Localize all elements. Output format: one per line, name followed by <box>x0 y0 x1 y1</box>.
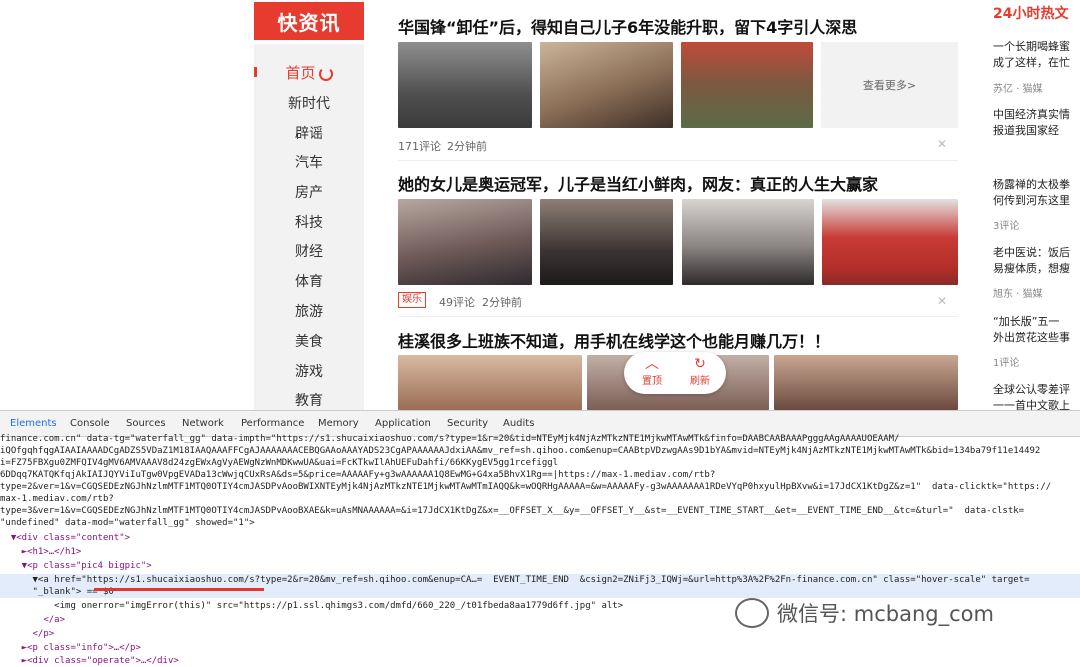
tab-audits[interactable]: Audits <box>503 418 534 429</box>
hot-item-line: “加长版”五一 <box>993 315 1060 328</box>
dom-node-operate[interactable]: ►<div class="operate">…</div> <box>0 655 1080 667</box>
nav-item-rumor[interactable]: 辟谣 <box>254 123 364 143</box>
site-logo[interactable]: 快资讯 <box>254 2 364 40</box>
hot-item-meta: 3评论 <box>993 221 1020 232</box>
tab-elements[interactable]: Elements <box>10 418 57 429</box>
hot-list-title: 24小时热文 <box>993 6 1069 22</box>
article-thumbnail[interactable] <box>398 42 532 128</box>
hot-item-line: 何传到河东这里 <box>993 194 1070 207</box>
hot-item[interactable]: 杨露禅的太极拳 何传到河东这里 <box>993 177 1070 209</box>
article-title[interactable]: 华国锋“卸任”后，得知自己儿子6年没能升职，留下4字引人深思 <box>398 14 857 38</box>
comment-count[interactable]: 49评论 <box>439 294 475 310</box>
watermark-text: 微信号: mcbang_com <box>777 602 994 626</box>
dom-line[interactable]: iQOfgqhfqgAIAAIAAAADCgADZS5VDaZ1M18IAAQA… <box>0 445 1080 457</box>
close-icon[interactable]: ✕ <box>937 294 947 308</box>
close-icon[interactable]: ✕ <box>937 137 947 151</box>
article-thumbnail[interactable] <box>540 42 673 128</box>
dom-line[interactable]: finance.com.cn" data-tg="waterfall_gg" d… <box>0 433 1080 445</box>
hot-item-line: 易瘦体质，想瘦 <box>993 262 1070 275</box>
publish-time: 2分钟前 <box>447 140 487 153</box>
article-title[interactable]: 她的女儿是奥运冠军，儿子是当红小鲜肉，网友：真正的人生大赢家 <box>398 171 878 195</box>
refresh-button[interactable]: ↻ 刷新 <box>680 356 720 387</box>
tab-application[interactable]: Application <box>375 418 431 429</box>
back-to-top-label: 置顶 <box>642 376 662 387</box>
hot-item-line: 杨露禅的太极拳 <box>993 178 1070 191</box>
hot-item-meta: 1评论 <box>993 358 1020 369</box>
hot-item-line: 中国经济真实情 <box>993 108 1070 121</box>
nav-item-education[interactable]: 教育 <box>254 390 364 410</box>
hot-item[interactable]: 老中医说：饭后 易瘦体质，想瘦 <box>993 245 1070 277</box>
tab-sources[interactable]: Sources <box>126 418 166 429</box>
nav-item-finance[interactable]: 财经 <box>254 241 364 261</box>
dom-line[interactable]: type=3&ver=1&v=CGQSEDEzNGJhNzlmMTF1MTQ0O… <box>0 505 1080 517</box>
nav-label: 首页 <box>285 64 316 82</box>
hot-item-meta: 苏亿 · 猫媒 <box>993 84 1043 95</box>
dom-line[interactable]: 6DDqq7KATQKfqjAkIAIJQYViIuTgw0VpgEVADa13… <box>0 469 1080 481</box>
hot-item[interactable]: “加长版”五一 外出赏花这些事 <box>993 314 1070 346</box>
tab-memory[interactable]: Memory <box>318 418 359 429</box>
nav-item-realestate[interactable]: 房产 <box>254 182 364 202</box>
divider <box>398 160 958 161</box>
article-thumbnail[interactable] <box>540 199 673 285</box>
article-thumbnail[interactable] <box>398 355 582 410</box>
wechat-icon <box>735 598 769 628</box>
dom-node-a-selected[interactable]: ▼<a href="https://s1.shucaixiaoshuo.com/… <box>0 574 1080 586</box>
nav-item-sports[interactable]: 体育 <box>254 271 364 291</box>
publish-time: 2分钟前 <box>482 296 522 309</box>
dom-node-content[interactable]: ▼<div class="content"> <box>0 532 1080 544</box>
hot-item-line: 成了这样，在忙 <box>993 56 1070 69</box>
hot-item-line: 全球公认零差评 <box>993 383 1070 396</box>
article-thumbnail[interactable] <box>681 42 813 128</box>
article-thumbnail[interactable] <box>682 199 814 285</box>
comment-count[interactable]: 171评论 <box>398 138 441 154</box>
back-to-top-button[interactable]: ︿ 置顶 <box>632 356 672 387</box>
nav-item-auto[interactable]: 汽车 <box>254 152 364 172</box>
category-tag[interactable]: 娱乐 <box>398 292 426 308</box>
hot-item-meta: 旭东 · 猫媒 <box>993 289 1043 300</box>
dom-line[interactable]: max-1.mediav.com/rtb? <box>0 493 1080 505</box>
view-more-button[interactable]: 查看更多> <box>821 42 958 128</box>
nav-item-games[interactable]: 游戏 <box>254 361 364 381</box>
nav-item-home[interactable]: 首页 <box>264 62 354 83</box>
watermark: 微信号: mcbang_com <box>735 598 994 628</box>
dom-node-h1[interactable]: ►<h1>…</h1> <box>0 546 1080 558</box>
dom-node-p-close[interactable]: </p> <box>0 628 1080 640</box>
floating-controls: ︿ 置顶 ↻ 刷新 <box>624 352 726 394</box>
dom-node-info[interactable]: ►<p class="info">…</p> <box>0 642 1080 654</box>
tab-console[interactable]: Console <box>70 418 110 429</box>
hot-item-line: 老中医说：饭后 <box>993 246 1070 259</box>
dom-line[interactable]: "undefined" data-mod="waterfall_gg" show… <box>0 517 1080 529</box>
refresh-icon[interactable] <box>318 66 333 81</box>
article-thumbnail[interactable] <box>822 199 958 285</box>
tab-network[interactable]: Network <box>182 418 224 429</box>
hot-item-line: 外出赏花这些事 <box>993 331 1070 344</box>
red-underline-annotation <box>94 588 264 591</box>
refresh-icon: ↻ <box>694 356 706 372</box>
dom-line[interactable]: type=2&ver=1&v=CGQSEDEzNGJhNzlmMTF1MTQ0O… <box>0 481 1080 493</box>
nav-item-food[interactable]: 美食 <box>254 331 364 351</box>
dom-line[interactable]: i=FZ75FBXgu0ZMFQIV4gMV6AMVAAAV8d24zgEWxA… <box>0 457 1080 469</box>
dom-node-p[interactable]: ▼<p class="pic4 bigpic"> <box>0 560 1080 572</box>
article-thumbnail[interactable] <box>398 199 532 285</box>
nav-item-new-era[interactable]: 新时代 <box>254 93 364 113</box>
hot-item[interactable]: 一个长期喝蜂蜜 成了这样，在忙 <box>993 39 1070 71</box>
hot-item-line: 报道我国家经 <box>993 124 1059 137</box>
tab-security[interactable]: Security <box>447 418 488 429</box>
hot-item-line: 一个长期喝蜂蜜 <box>993 40 1070 53</box>
article-title[interactable]: 桂溪很多上班族不知道，用手机在线学这个也能月赚几万！！ <box>398 328 830 352</box>
divider <box>398 316 958 317</box>
nav-item-travel[interactable]: 旅游 <box>254 301 364 321</box>
tab-performance[interactable]: Performance <box>241 418 304 429</box>
article-thumbnail[interactable] <box>774 355 958 410</box>
active-nav-marker <box>254 67 257 77</box>
chevron-up-icon: ︿ <box>645 356 659 372</box>
nav-item-tech[interactable]: 科技 <box>254 212 364 232</box>
hot-item[interactable]: 中国经济真实情 报道我国家经 <box>993 107 1070 139</box>
refresh-label: 刷新 <box>690 376 710 387</box>
